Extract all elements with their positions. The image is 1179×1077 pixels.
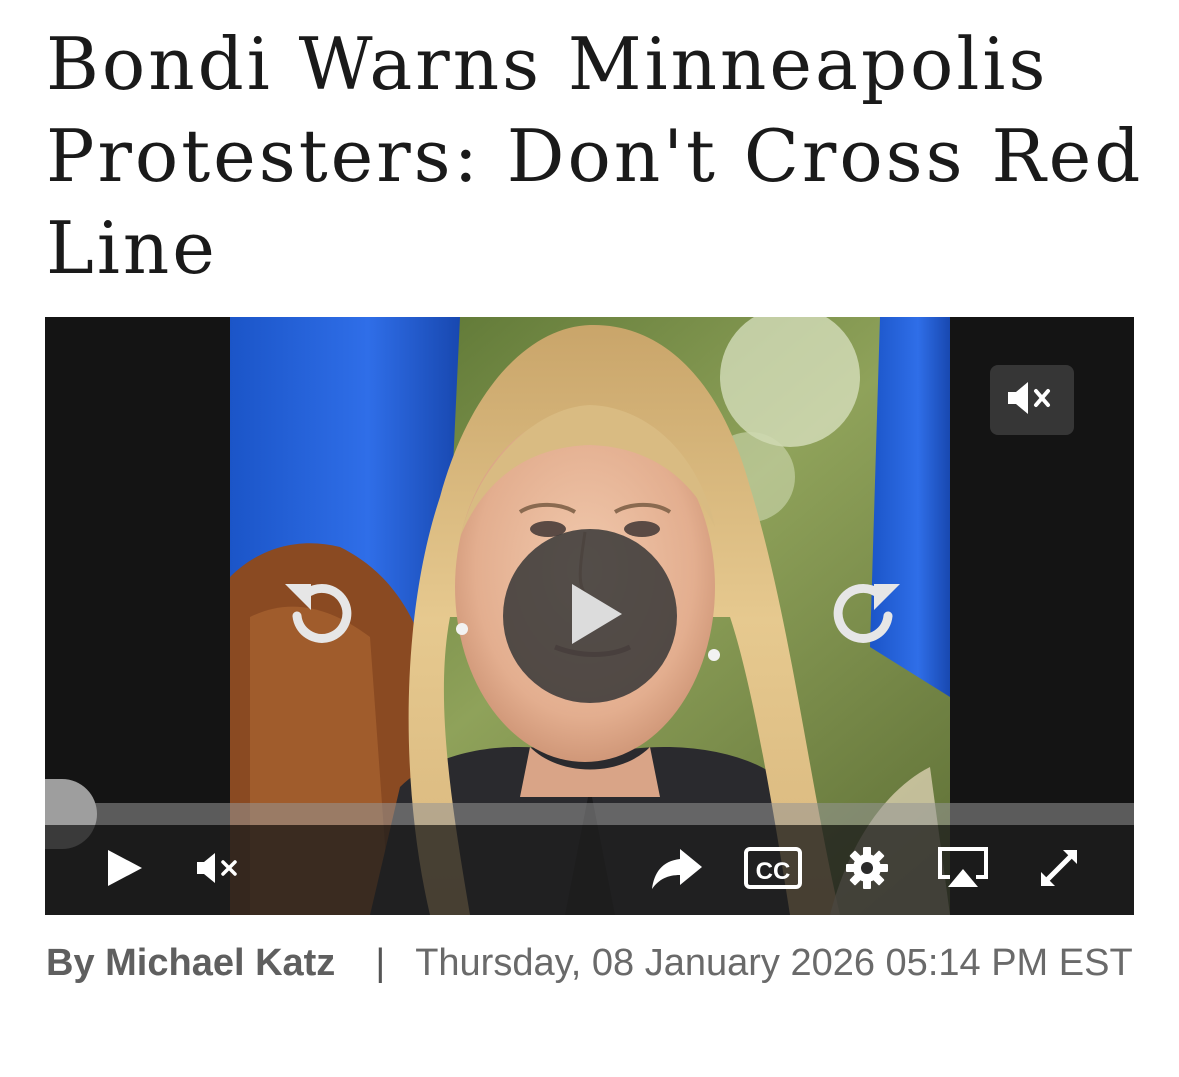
play-button[interactable] — [97, 843, 151, 897]
author-link[interactable]: By Michael Katz — [46, 942, 335, 984]
article-byline: By Michael Katz | Thursday, 08 January 202… — [46, 934, 1146, 992]
gear-icon — [844, 845, 890, 896]
video-player[interactable]: CC — [45, 317, 1134, 915]
byline-separator: | — [375, 942, 386, 984]
cc-icon: CC — [744, 846, 802, 894]
fullscreen-button[interactable] — [1029, 843, 1089, 897]
mute-badge-button[interactable] — [990, 365, 1074, 435]
article-page: Bondi Warns Minneapolis Protesters: Don'… — [0, 0, 1179, 1077]
share-arrow-icon — [650, 845, 704, 896]
rewind-button[interactable] — [275, 572, 365, 662]
speaker-muted-icon — [1004, 378, 1060, 423]
forward-button[interactable] — [820, 572, 910, 662]
rewind-icon — [275, 570, 365, 665]
publish-timestamp: Thursday, 08 January 2026 05:14 PM EST — [415, 942, 1133, 984]
speaker-muted-icon — [193, 848, 245, 893]
volume-button[interactable] — [191, 843, 247, 897]
airplay-button[interactable] — [933, 843, 993, 897]
play-icon — [102, 846, 146, 895]
airplay-icon — [936, 845, 990, 896]
play-icon — [550, 574, 630, 659]
forward-icon — [820, 570, 910, 665]
fullscreen-icon — [1035, 844, 1083, 897]
article-headline: Bondi Warns Minneapolis Protesters: Don'… — [46, 22, 1144, 290]
captions-button[interactable]: CC — [743, 843, 803, 897]
progress-bar[interactable] — [45, 803, 1134, 825]
control-bar: CC — [45, 825, 1134, 915]
svg-text:CC: CC — [756, 858, 791, 885]
big-play-button[interactable] — [503, 529, 677, 703]
settings-button[interactable] — [839, 843, 895, 897]
share-button[interactable] — [647, 843, 707, 897]
